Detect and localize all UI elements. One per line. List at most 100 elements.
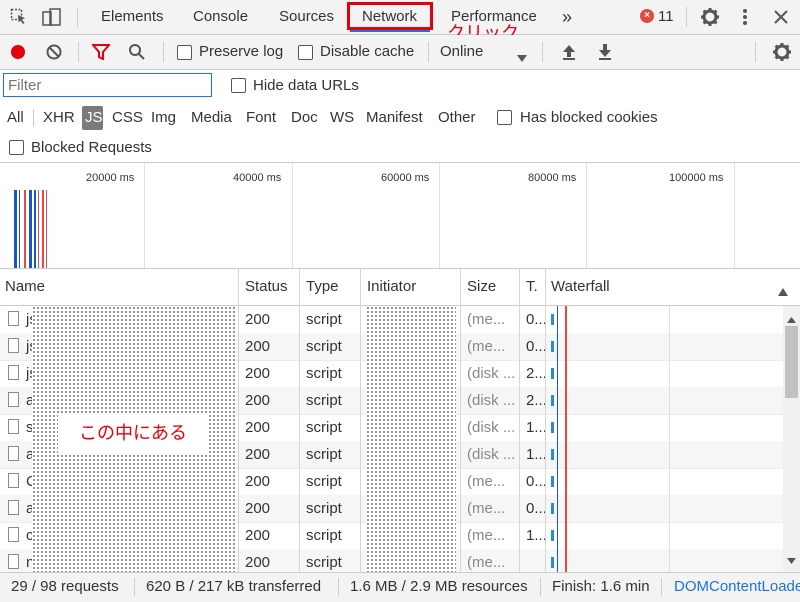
device-toolbar-icon[interactable] (42, 8, 62, 30)
type-filter-xhr[interactable]: XHR (43, 102, 75, 134)
cell-size: (me... (467, 500, 506, 517)
column-waterfall[interactable]: Waterfall (551, 269, 610, 305)
clear-icon[interactable] (46, 44, 62, 64)
column-time[interactable]: T. (526, 269, 538, 305)
hide-data-urls-checkbox[interactable] (231, 78, 246, 93)
cell-status: 200 (245, 311, 271, 328)
status-finish: Finish: 1.6 min (552, 578, 650, 595)
has-blocked-cookies-checkbox[interactable] (497, 110, 512, 125)
devtools-tab-bar: Elements Console Sources Network Perform… (0, 0, 800, 44)
cell-size: (me... (467, 311, 506, 328)
cell-status: 200 (245, 527, 271, 544)
file-icon (8, 338, 19, 353)
column-type[interactable]: Type (306, 269, 339, 305)
cell-type: script (306, 419, 342, 436)
cell-time: 0... (526, 500, 547, 517)
cell-type: script (306, 338, 342, 355)
preserve-log-checkbox[interactable] (177, 45, 192, 60)
cell-status: 200 (245, 500, 271, 517)
column-initiator[interactable]: Initiator (367, 269, 416, 305)
type-filter-bar: All XHR JS CSS Img Media Font Doc WS Man… (0, 102, 800, 134)
waterfall-bar (551, 395, 554, 406)
blocked-requests-row: Blocked Requests (0, 134, 800, 163)
type-filter-font[interactable]: Font (246, 102, 276, 134)
sort-ascending-icon[interactable] (778, 283, 788, 300)
error-count[interactable]: 11 (658, 0, 674, 34)
network-settings-gear-icon[interactable] (772, 42, 792, 66)
waterfall-bar (551, 557, 554, 568)
column-name[interactable]: Name (5, 269, 45, 305)
filter-icon[interactable] (90, 44, 112, 64)
file-icon (8, 554, 19, 569)
tab-sources[interactable]: Sources (279, 0, 334, 34)
error-icon[interactable]: × (640, 9, 654, 23)
disable-cache-checkbox[interactable] (298, 45, 313, 60)
blocked-requests-checkbox[interactable] (9, 140, 24, 155)
close-icon[interactable] (773, 9, 789, 29)
active-tab-indicator (350, 30, 430, 32)
requests-table-header: Name Status Type Initiator Size T. Water… (0, 269, 800, 306)
column-status[interactable]: Status (245, 269, 288, 305)
file-icon (8, 365, 19, 380)
throttling-select[interactable]: Online (440, 35, 483, 69)
overview-tick-label: 20000 ms (86, 172, 135, 184)
type-filter-css[interactable]: CSS (112, 102, 143, 134)
kebab-menu-icon[interactable] (742, 8, 748, 30)
cell-type: script (306, 392, 342, 409)
overview-activity-bars (12, 190, 52, 268)
type-filter-manifest[interactable]: Manifest (366, 102, 423, 134)
settings-gear-icon[interactable] (700, 7, 720, 31)
cell-status: 200 (245, 446, 271, 463)
filter-bar: Hide data URLs (0, 70, 800, 102)
tab-console[interactable]: Console (193, 0, 248, 34)
type-filter-all[interactable]: All (7, 102, 24, 134)
cell-time: 1... (526, 446, 547, 463)
cell-size: (disk ... (467, 419, 516, 436)
overview-tick-label: 80000 ms (528, 172, 577, 184)
cell-type: script (306, 311, 342, 328)
file-icon (8, 473, 19, 488)
column-size[interactable]: Size (467, 269, 496, 305)
overview-tick-label: 60000 ms (381, 172, 430, 184)
tab-elements[interactable]: Elements (101, 0, 164, 34)
redacted-initiator-area (366, 306, 456, 572)
waterfall-bar (551, 503, 554, 514)
status-resources: 1.6 MB / 2.9 MB resources (350, 578, 528, 595)
type-filter-img[interactable]: Img (151, 102, 176, 134)
network-tab-highlight-box (347, 2, 433, 30)
type-filter-doc[interactable]: Doc (291, 102, 318, 134)
type-filter-js[interactable]: JS (85, 102, 103, 134)
type-filter-media[interactable]: Media (191, 102, 232, 134)
cell-time: 0... (526, 338, 547, 355)
record-icon[interactable] (10, 44, 26, 64)
preserve-log-label: Preserve log (199, 43, 284, 60)
cell-time: 0... (526, 473, 547, 490)
export-har-icon[interactable] (597, 43, 613, 65)
overview-tick-label: 40000 ms (233, 172, 282, 184)
table-scrollbar-thumb[interactable] (785, 326, 798, 398)
waterfall-load-line (565, 306, 567, 572)
search-icon[interactable] (128, 43, 146, 65)
cell-size: (disk ... (467, 365, 516, 382)
waterfall-bar (551, 368, 554, 379)
hide-data-urls-label: Hide data URLs (253, 77, 359, 94)
filter-input[interactable] (3, 73, 212, 97)
inspect-element-icon[interactable] (10, 8, 28, 30)
timeline-overview[interactable]: 20000 ms 40000 ms 60000 ms 80000 ms 1000… (0, 163, 800, 269)
chevron-down-icon[interactable] (517, 49, 527, 66)
type-filter-other[interactable]: Other (438, 102, 476, 134)
more-tabs-button[interactable]: » (562, 0, 572, 34)
scroll-up-arrow-icon[interactable] (787, 310, 796, 327)
status-transferred: 620 B / 217 kB transferred (146, 578, 322, 595)
cell-status: 200 (245, 392, 271, 409)
waterfall-bar (551, 422, 554, 433)
type-filter-ws[interactable]: WS (330, 102, 354, 134)
annotation-inside: この中にある (58, 415, 208, 453)
import-har-icon[interactable] (561, 43, 577, 65)
scroll-down-arrow-icon[interactable] (787, 551, 796, 568)
cell-status: 200 (245, 419, 271, 436)
file-icon (8, 311, 19, 326)
waterfall-bar (551, 476, 554, 487)
cell-type: script (306, 473, 342, 490)
waterfall-bar (551, 341, 554, 352)
